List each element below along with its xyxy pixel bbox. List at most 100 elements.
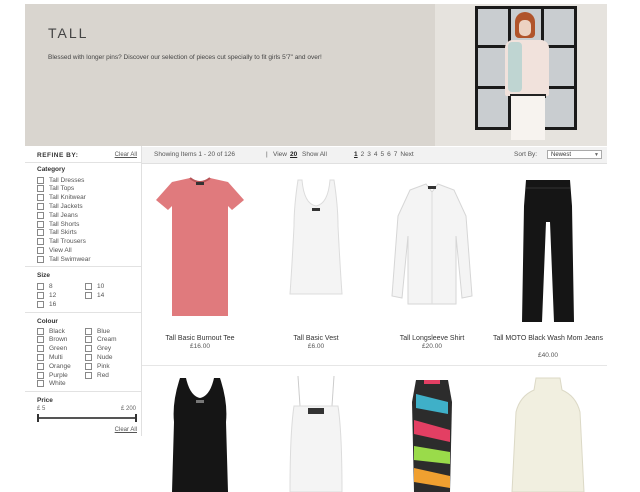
next-page-link[interactable]: Next: [400, 151, 413, 158]
colour-option[interactable]: Orange: [37, 362, 71, 370]
checkbox[interactable]: [85, 353, 92, 361]
checkbox[interactable]: [37, 246, 44, 254]
product-name[interactable]: Tall Longsleeve Shirt: [374, 334, 490, 343]
product-card[interactable]: Tall Basic Vest £6.00: [258, 166, 374, 362]
product-price: £16.00: [190, 343, 210, 350]
view-20-link[interactable]: 20: [290, 151, 297, 158]
category-option[interactable]: Tall Swimwear: [37, 255, 91, 263]
colour-option[interactable]: Purple: [37, 371, 68, 379]
category-option[interactable]: Tall Tops: [37, 185, 74, 193]
category-option[interactable]: Tall Jeans: [37, 211, 78, 219]
colour-option[interactable]: Pink: [85, 362, 110, 370]
page-link[interactable]: 5: [381, 151, 385, 158]
sort-select[interactable]: Newest ▼: [547, 150, 602, 159]
black-jeans-image[interactable]: [490, 166, 606, 326]
checkbox[interactable]: [37, 336, 44, 344]
product-card[interactable]: Tall Longsleeve Shirt £20.00: [374, 166, 490, 362]
category-option[interactable]: Tall Skirts: [37, 229, 77, 237]
checkbox[interactable]: [37, 194, 44, 202]
cream-top-image[interactable]: [490, 372, 606, 492]
page-link[interactable]: 2: [361, 151, 365, 158]
clear-all-bottom-link[interactable]: Clear All: [115, 427, 137, 433]
product-card[interactable]: [374, 372, 490, 492]
category-option[interactable]: Tall Jackets: [37, 202, 83, 210]
checkbox[interactable]: [37, 255, 44, 263]
product-name[interactable]: Tall Basic Vest: [258, 334, 374, 343]
checkbox[interactable]: [37, 185, 44, 193]
price-slider-track[interactable]: [37, 417, 136, 419]
show-all-link[interactable]: Show All: [302, 151, 327, 158]
checkbox[interactable]: [85, 291, 92, 299]
category-option[interactable]: Tall Dresses: [37, 176, 84, 184]
size-option[interactable]: 8: [37, 282, 53, 290]
checkbox[interactable]: [37, 345, 44, 353]
printed-dress-image[interactable]: [374, 372, 490, 492]
size-option[interactable]: 12: [37, 291, 56, 299]
colour-option[interactable]: Brown: [37, 336, 67, 344]
colour-option[interactable]: Red: [85, 371, 109, 379]
colour-option[interactable]: Black: [37, 327, 65, 335]
product-card[interactable]: Tall MOTO Black Wash Mom Jeans £40.00: [490, 166, 606, 362]
checkbox[interactable]: [85, 336, 92, 344]
product-card[interactable]: [258, 372, 374, 492]
size-option[interactable]: 16: [37, 300, 56, 308]
category-option[interactable]: Tall Trousers: [37, 238, 86, 246]
burnout-tee-image[interactable]: [142, 166, 258, 326]
checkbox[interactable]: [37, 327, 44, 335]
size-option[interactable]: 14: [85, 291, 104, 299]
checkbox[interactable]: [85, 327, 92, 335]
checkbox[interactable]: [37, 371, 44, 379]
white-vest-image[interactable]: [258, 166, 374, 326]
colour-option[interactable]: Cream: [85, 336, 117, 344]
checkbox[interactable]: [85, 362, 92, 370]
checkbox[interactable]: [37, 380, 44, 388]
colour-option[interactable]: White: [37, 380, 66, 388]
clear-all-link[interactable]: Clear All: [115, 152, 137, 158]
page-link[interactable]: 6: [387, 151, 391, 158]
banner: TALL Blessed with longer pins? Discover …: [25, 4, 607, 146]
white-cami-image[interactable]: [258, 372, 374, 492]
colour-option[interactable]: Multi: [37, 353, 63, 361]
category-option[interactable]: View All: [37, 246, 72, 254]
colour-option[interactable]: Blue: [85, 327, 110, 335]
product-price: £6.00: [307, 343, 325, 350]
checkbox[interactable]: [85, 371, 92, 379]
colour-option[interactable]: Nude: [85, 353, 113, 361]
product-card[interactable]: [490, 372, 606, 492]
black-vest-dress-image[interactable]: [142, 372, 258, 492]
checkbox[interactable]: [37, 202, 44, 210]
colour-option[interactable]: Green: [37, 345, 67, 353]
page-link[interactable]: 1: [354, 151, 358, 158]
product-card[interactable]: Tall Basic Burnout Tee £16.00: [142, 166, 258, 362]
product-card[interactable]: [142, 372, 258, 492]
colour-option[interactable]: Grey: [85, 345, 111, 353]
sort-selected-value: Newest: [551, 152, 572, 158]
category-option-label: Tall Knitwear: [49, 194, 86, 202]
page-link[interactable]: 7: [394, 151, 398, 158]
checkbox[interactable]: [37, 362, 44, 370]
price-slider-max-handle[interactable]: [135, 414, 137, 422]
checkbox[interactable]: [85, 345, 92, 353]
checkbox[interactable]: [37, 238, 44, 246]
checkbox[interactable]: [37, 220, 44, 228]
white-shirt-image[interactable]: [374, 166, 490, 326]
price-slider-min-handle[interactable]: [37, 414, 39, 422]
checkbox[interactable]: [37, 229, 44, 237]
checkbox[interactable]: [37, 291, 44, 299]
category-option[interactable]: Tall Shorts: [37, 220, 79, 228]
product-name[interactable]: Tall MOTO Black Wash Mom Jeans: [490, 334, 606, 343]
checkbox[interactable]: [37, 282, 44, 290]
checkbox[interactable]: [37, 353, 44, 361]
checkbox[interactable]: [37, 176, 44, 184]
product-name[interactable]: Tall Basic Burnout Tee: [142, 334, 258, 343]
page-link[interactable]: 3: [367, 151, 371, 158]
size-option[interactable]: 10: [85, 282, 104, 290]
checkbox[interactable]: [85, 282, 92, 290]
category-option[interactable]: Tall Knitwear: [37, 194, 86, 202]
checkbox[interactable]: [37, 211, 44, 219]
size-option-label: 12: [49, 291, 57, 299]
category-option-label: Tall Jeans: [49, 211, 78, 219]
page-link[interactable]: 4: [374, 151, 378, 158]
checkbox[interactable]: [37, 300, 44, 308]
category-option-label: Tall Tops: [49, 185, 75, 193]
